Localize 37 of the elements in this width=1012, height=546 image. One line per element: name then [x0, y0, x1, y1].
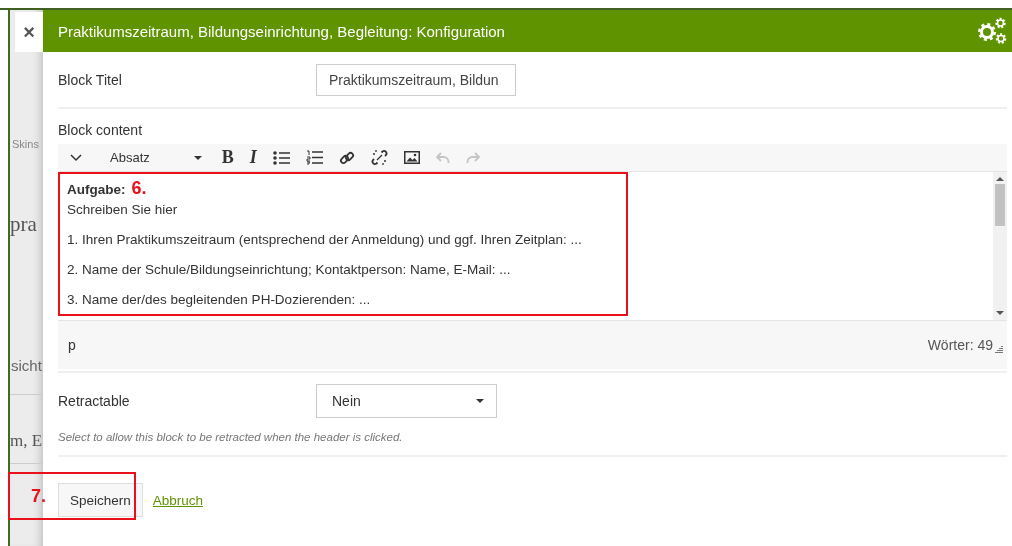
close-button[interactable]: ×: [15, 12, 43, 52]
cancel-link[interactable]: Abbruch: [152, 492, 204, 508]
window-title: Praktikumszeitraum, Bildungseinrichtung, Begleitung: Konfiguration: [58, 22, 505, 40]
field-label: Block Titel: [58, 71, 123, 88]
title-input[interactable]: Praktikumszeitraum, Bildun: [316, 63, 516, 96]
resize-handle-icon[interactable]: [995, 345, 1003, 353]
field-label: Retractable: [58, 393, 131, 409]
bullet-list-icon[interactable]: [272, 150, 290, 165]
scroll-up-icon[interactable]: [996, 176, 1004, 182]
content-editor[interactable]: [58, 172, 628, 316]
chevron-down-icon[interactable]: [70, 153, 82, 162]
format-dropdown[interactable]: Absatz: [110, 150, 202, 165]
scroll-down-icon[interactable]: [996, 310, 1004, 316]
content-text: 3. Name der/des begleitenden PH-Dozierenden: ...: [67, 291, 372, 309]
link-icon[interactable]: [338, 149, 355, 166]
unlink-icon[interactable]: [370, 149, 388, 166]
scrollbar[interactable]: [993, 172, 1007, 320]
background-text: Skins: [11, 138, 40, 150]
save-button[interactable]: Speichern: [58, 483, 143, 517]
background-text: pra: [10, 212, 38, 237]
element-path: p: [68, 337, 76, 353]
image-icon[interactable]: [403, 151, 420, 164]
annotation-number: 6.: [131, 178, 147, 198]
bold-button[interactable]: B: [221, 147, 234, 168]
retractable-select[interactable]: Nein: [316, 384, 497, 418]
annotation-number: 7.: [31, 485, 46, 507]
gears-icon: [976, 17, 1008, 45]
content-heading: Aufgabe:: [67, 181, 126, 199]
word-count: Wörter: 49: [927, 337, 993, 353]
content-text: 1. Ihren Praktikumszeitraum (entsprechend der Anmeldung) und ggf. Ihren Zeitplan: ...: [67, 231, 583, 249]
scrollbar-thumb[interactable]: [995, 184, 1005, 226]
italic-button[interactable]: I: [249, 147, 257, 168]
help-text: Select to allow this block to be retracted when the header is clicked.: [58, 431, 1007, 457]
content-text: 2. Name der Schule/Bildungseinrichtung; Kontaktperson: Name, E-Mail: ...: [67, 261, 512, 279]
content-text: Schreiben Sie hier: [67, 201, 179, 219]
field-label: Block content: [58, 122, 144, 138]
numbered-list-icon[interactable]: [305, 150, 323, 165]
